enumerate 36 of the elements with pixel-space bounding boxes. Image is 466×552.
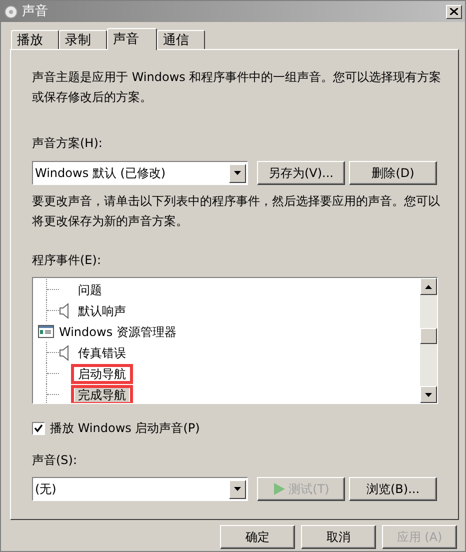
dialog-button[interactable]: 删除(D) <box>349 161 437 185</box>
down-arrow-icon[interactable] <box>425 392 432 396</box>
dialog-button[interactable]: 取消 <box>301 525 376 549</box>
dialog-button[interactable]: 浏览(B)... <box>349 477 437 501</box>
scheme-label: 声音方案(H): <box>32 135 104 152</box>
window-icon <box>38 325 54 338</box>
play-icon <box>272 483 285 495</box>
event-item[interactable]: 问题 <box>75 280 105 298</box>
events-label: 程序事件(E): <box>32 252 102 269</box>
speaker-icon <box>59 302 70 318</box>
dialog-button[interactable]: 另存为(V)... <box>257 161 345 185</box>
event-item[interactable]: 启动导航 <box>75 366 129 380</box>
close-button[interactable] <box>446 4 462 18</box>
scheme-dropdown[interactable]: Windows 默认 (已修改) <box>32 161 248 185</box>
event-item[interactable]: 默认响声 <box>75 302 129 320</box>
close-icon[interactable] <box>450 8 458 15</box>
speaker-icon <box>59 344 70 360</box>
sound-label: 声音(S): <box>32 452 78 469</box>
tab[interactable]: 声音 <box>107 28 157 50</box>
speaker-disc-icon <box>4 4 18 18</box>
event-list[interactable]: 问题 默认响声 Windows 资源管理器 传真错误 启动导航 完成导航 <box>32 277 438 404</box>
scrollbar[interactable] <box>420 278 437 403</box>
event-item[interactable]: 完成导航 <box>75 388 129 402</box>
up-arrow-icon[interactable] <box>425 284 432 288</box>
intro-text: 声音主题是应用于 Windows 和程序事件中的一组声音。您可以选择现有方案或保存修改后的方案。 <box>32 69 442 106</box>
tab[interactable]: 播放 <box>11 30 59 49</box>
sound-dropdown[interactable]: (无) <box>32 477 248 501</box>
window-title: 声音 <box>22 2 49 21</box>
dialog-button[interactable]: 确定 <box>220 525 295 549</box>
event-item[interactable]: 传真错误 <box>75 344 129 362</box>
tab[interactable]: 通信 <box>157 30 205 49</box>
scroll-thumb[interactable] <box>420 328 437 344</box>
instructions-text: 要更改声音，请单击以下列表中的程序事件，然后选择要应用的声音。您可以将更改保存为新的声音方案。 <box>32 193 441 230</box>
checkbox-label[interactable]: 播放 Windows 启动声音(P) <box>50 419 200 437</box>
checkbox[interactable] <box>32 422 45 434</box>
app-item[interactable]: Windows 资源管理器 <box>59 322 176 340</box>
